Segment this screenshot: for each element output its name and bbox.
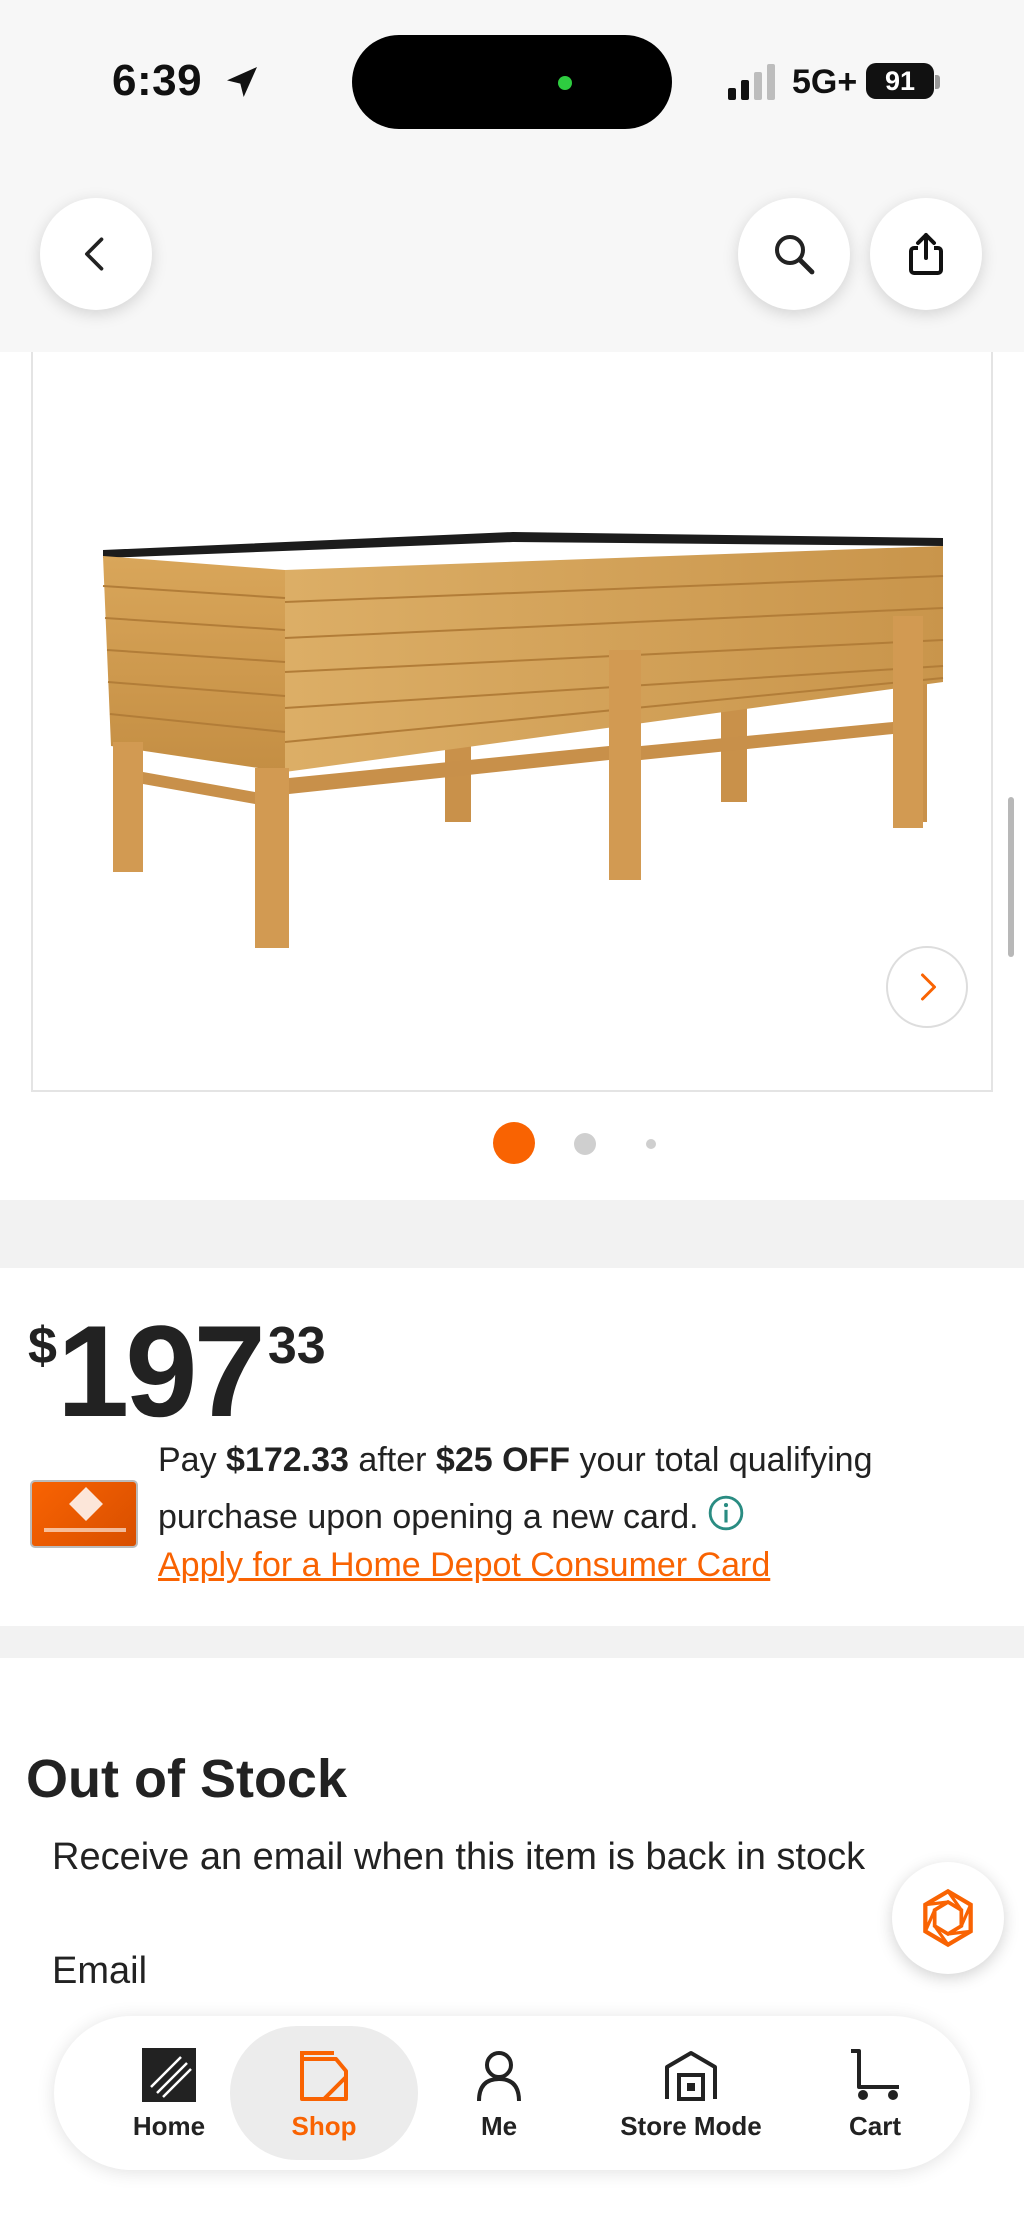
garden-bed-image: [102, 532, 944, 948]
gallery-dot[interactable]: [646, 1139, 656, 1149]
assistant-chat-button[interactable]: [892, 1862, 1004, 1974]
person-icon: [477, 2050, 521, 2101]
tab-me[interactable]: Me: [434, 2016, 564, 2170]
tab-me-label: Me: [480, 2110, 518, 2141]
tab-shop-label: Shop: [291, 2110, 357, 2141]
card-number-strip: [44, 1528, 126, 1532]
chevron-left-icon: [85, 237, 104, 271]
shop-bag-icon: [300, 2050, 348, 2101]
price-card: $ 197 33 Pay $172.33 after $25 OFF your …: [0, 1268, 1024, 1626]
promo-after: after: [358, 1441, 427, 1479]
tab-store-mode[interactable]: Store Mode: [586, 2016, 796, 2170]
home-depot-logo-icon: [142, 2047, 196, 2102]
stock-status-title: Out of Stock: [26, 1749, 347, 1809]
search-button[interactable]: [738, 198, 850, 310]
signal-icon: [728, 64, 775, 100]
location-arrow-icon: [227, 67, 257, 97]
store-icon: [665, 2050, 717, 2101]
card-promo-text: Pay $172.33 after $25 OFF your total qua…: [158, 1432, 978, 1546]
tab-shop[interactable]: Shop: [230, 2026, 418, 2160]
price-dollars: 197: [56, 1298, 266, 1444]
network-type: 5G+: [792, 63, 858, 101]
next-image-button[interactable]: [886, 946, 968, 1028]
gallery-dot-active[interactable]: [493, 1122, 535, 1164]
credit-card-icon: [30, 1480, 138, 1548]
tab-store-mode-label: Store Mode: [620, 2110, 762, 2141]
price-currency: $: [28, 1317, 57, 1375]
product-image[interactable]: [31, 352, 993, 1092]
share-button[interactable]: [870, 198, 982, 310]
home-depot-card-logo: [69, 1487, 103, 1521]
stock-notify-message: Receive an email when this item is back …: [52, 1836, 866, 1878]
email-field-label: Email: [52, 1950, 148, 1992]
status-time: 6:39: [112, 56, 203, 105]
product-gallery: [0, 352, 1024, 1200]
promo-pay: Pay: [158, 1441, 217, 1479]
dynamic-island: [352, 35, 672, 129]
hexagon-assistant-icon: [923, 1888, 973, 1948]
gallery-dot[interactable]: [574, 1133, 596, 1155]
price-cents: 33: [267, 1317, 326, 1375]
promo-discount: $25 OFF: [435, 1441, 571, 1479]
tab-cart[interactable]: Cart: [810, 2016, 940, 2170]
scroll-indicator[interactable]: [1008, 797, 1014, 957]
bottom-tab-bar: Home Shop Me Store Mode Cart: [54, 2016, 970, 2170]
product-price: $ 197 33: [28, 1286, 326, 1436]
tab-home-label: Home: [132, 2110, 206, 2141]
battery-level: 91: [866, 63, 934, 99]
tab-home[interactable]: Home: [104, 2016, 234, 2170]
promo-discounted-price: $172.33: [226, 1441, 349, 1479]
chevron-right-icon: [921, 973, 936, 1001]
info-icon[interactable]: [707, 1494, 745, 1532]
tab-cart-label: Cart: [848, 2110, 901, 2141]
cart-icon: [851, 2048, 899, 2100]
battery-tip: [935, 75, 940, 89]
top-area: 6:39 5G+ 91: [0, 0, 1024, 352]
camera-indicator-dot: [558, 76, 572, 90]
search-icon: [775, 235, 815, 275]
share-icon: [909, 233, 943, 275]
back-button[interactable]: [40, 198, 152, 310]
apply-card-link[interactable]: Apply for a Home Depot Consumer Card: [158, 1546, 770, 1585]
